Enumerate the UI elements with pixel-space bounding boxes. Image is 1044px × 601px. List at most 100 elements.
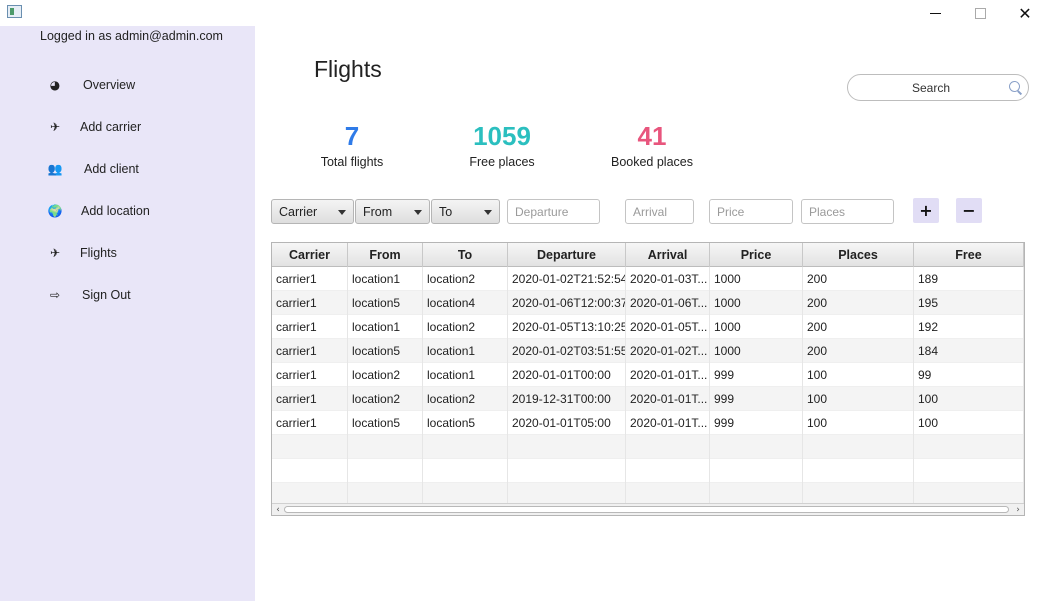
arrival-field[interactable] [625, 199, 694, 224]
minus-icon: − [962, 201, 976, 220]
table-cell [710, 459, 803, 483]
table-cell: carrier1 [272, 363, 348, 387]
column-header[interactable]: Places [803, 243, 914, 267]
table-cell: 189 [914, 267, 1024, 291]
globe-icon: 🌍 [47, 204, 63, 218]
table-cell [914, 435, 1024, 459]
stat-label: Booked places [610, 155, 693, 169]
table-cell: 2019-12-31T00:00 [508, 387, 626, 411]
search-box[interactable] [847, 74, 1029, 101]
arrival-input[interactable] [626, 200, 693, 223]
empty-table-row[interactable] [272, 435, 1024, 459]
table-cell [423, 459, 508, 483]
column-header[interactable]: To [423, 243, 508, 267]
column-header[interactable]: Departure [508, 243, 626, 267]
sidebar-item-add-client[interactable]: 👥 Add client [0, 154, 255, 184]
plane-icon: ✈ [49, 120, 61, 134]
table-cell: 2020-01-01T... [626, 363, 710, 387]
page-title: Flights [314, 56, 382, 82]
price-input[interactable] [710, 200, 792, 223]
table-cell [626, 459, 710, 483]
to-select[interactable]: To [431, 199, 500, 224]
column-header[interactable]: Free [914, 243, 1024, 267]
table-cell: 2020-01-01T... [626, 411, 710, 435]
stat-booked-places: 41 Booked places [606, 120, 698, 169]
sidebar-item-sign-out[interactable]: ⇨ Sign Out [0, 280, 255, 310]
scrollbar-thumb[interactable] [284, 506, 1009, 513]
table-cell: 2020-01-03T... [626, 267, 710, 291]
table-cell: location5 [423, 411, 508, 435]
add-flight-button[interactable]: + [913, 198, 939, 223]
close-icon: ✕ [1018, 3, 1032, 23]
table-header: Carrier From To Departure Arrival Price Places… [272, 243, 1024, 267]
stat-value: 41 [637, 121, 667, 151]
stat-label: Free places [469, 155, 535, 169]
price-field[interactable] [709, 199, 793, 224]
column-header[interactable]: Carrier [272, 243, 348, 267]
carrier-select[interactable]: Carrier [271, 199, 354, 224]
plus-icon: + [919, 201, 933, 220]
table-cell: location1 [423, 339, 508, 363]
table-cell: 1000 [710, 267, 803, 291]
table-cell: location2 [423, 315, 508, 339]
table-cell [914, 459, 1024, 483]
table-cell: 999 [710, 411, 803, 435]
table-cell [348, 435, 423, 459]
table-cell: carrier1 [272, 267, 348, 291]
flights-table[interactable]: Carrier From To Departure Arrival Price Places… [271, 242, 1025, 516]
column-header[interactable]: Price [710, 243, 803, 267]
table-row[interactable]: carrier1 location1 location2 2020-01-02T21:… [272, 267, 1024, 291]
table-cell: 999 [710, 363, 803, 387]
scroll-left-icon[interactable]: ‹ [272, 504, 284, 515]
table-cell: 195 [914, 291, 1024, 315]
close-button[interactable]: ✕ [1002, 0, 1044, 26]
sidebar-item-overview[interactable]: ◕ Overview [0, 70, 255, 100]
to-select-value: To [439, 205, 453, 219]
table-row[interactable]: carrier1 location1 location2 2020-01-05T13:… [272, 315, 1024, 339]
table-cell: location5 [348, 339, 423, 363]
table-cell: carrier1 [272, 387, 348, 411]
from-select[interactable]: From [355, 199, 430, 224]
table-row[interactable]: carrier1 location5 location4 2020-01-06T12:… [272, 291, 1024, 315]
places-field[interactable] [801, 199, 894, 224]
remove-flight-button[interactable]: − [956, 198, 982, 223]
horizontal-scrollbar[interactable]: ‹ › [272, 503, 1024, 515]
table-cell: 100 [803, 411, 914, 435]
sidebar-item-add-location[interactable]: 🌍 Add location [0, 196, 255, 226]
chevron-down-icon [414, 210, 422, 215]
empty-table-row[interactable] [272, 459, 1024, 483]
scroll-right-icon[interactable]: › [1012, 504, 1024, 515]
table-cell: location2 [348, 387, 423, 411]
table-cell: 99 [914, 363, 1024, 387]
sidebar-item-flights[interactable]: ✈ Flights [0, 238, 255, 268]
table-cell: location2 [423, 267, 508, 291]
search-input[interactable] [856, 79, 1006, 97]
search-icon[interactable] [1009, 81, 1020, 92]
table-cell [803, 435, 914, 459]
table-cell: carrier1 [272, 339, 348, 363]
users-icon: 👥 [47, 162, 63, 176]
stat-value: 7 [344, 121, 360, 151]
minimize-button[interactable] [912, 0, 958, 26]
departure-field[interactable] [507, 199, 600, 224]
table-cell [803, 459, 914, 483]
column-header[interactable]: Arrival [626, 243, 710, 267]
column-header[interactable]: From [348, 243, 423, 267]
table-cell: 200 [803, 291, 914, 315]
table-row[interactable]: carrier1 location5 location1 2020-01-02T03:… [272, 339, 1024, 363]
maximize-button[interactable] [957, 0, 1003, 26]
minimize-icon [929, 12, 941, 14]
sidebar-item-add-carrier[interactable]: ✈ Add carrier [0, 112, 255, 142]
table-row[interactable]: carrier1 location2 location1 2020-01-01T00:… [272, 363, 1024, 387]
chevron-down-icon [338, 210, 346, 215]
stat-free-places: 1059 Free places [462, 120, 542, 169]
sidebar-item-label: Add location [81, 204, 150, 218]
from-select-value: From [363, 205, 393, 219]
table-row[interactable]: carrier1 location5 location5 2020-01-01T05:… [272, 411, 1024, 435]
places-input[interactable] [802, 200, 893, 223]
departure-input[interactable] [508, 200, 599, 223]
table-cell: 2020-01-02T... [626, 339, 710, 363]
table-row[interactable]: carrier1 location2 location2 2019-12-31T00:… [272, 387, 1024, 411]
plane-icon: ✈ [49, 246, 61, 260]
dashboard-icon: ◕ [49, 78, 61, 92]
